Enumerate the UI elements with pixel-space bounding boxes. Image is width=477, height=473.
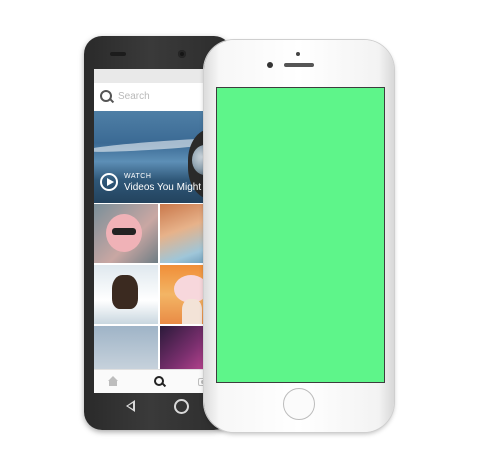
search-icon[interactable] [154, 376, 164, 386]
grid-tile[interactable] [94, 204, 158, 263]
earpiece-speaker [284, 63, 314, 67]
search-icon [100, 90, 112, 102]
grid-tile[interactable] [94, 265, 158, 324]
grid-tile[interactable] [94, 326, 158, 370]
earpiece [110, 52, 126, 56]
sensor [296, 52, 300, 56]
featured-label: WATCH [124, 173, 152, 180]
home-icon[interactable] [108, 376, 118, 386]
front-camera [267, 62, 273, 68]
front-camera [178, 50, 186, 58]
home-button[interactable] [283, 388, 315, 420]
iphone-screen [216, 87, 385, 383]
search-input[interactable]: Search [118, 91, 150, 102]
iphone [204, 40, 394, 432]
home-circle-icon[interactable] [174, 399, 189, 414]
play-icon[interactable] [100, 173, 118, 191]
back-icon[interactable] [126, 400, 135, 412]
